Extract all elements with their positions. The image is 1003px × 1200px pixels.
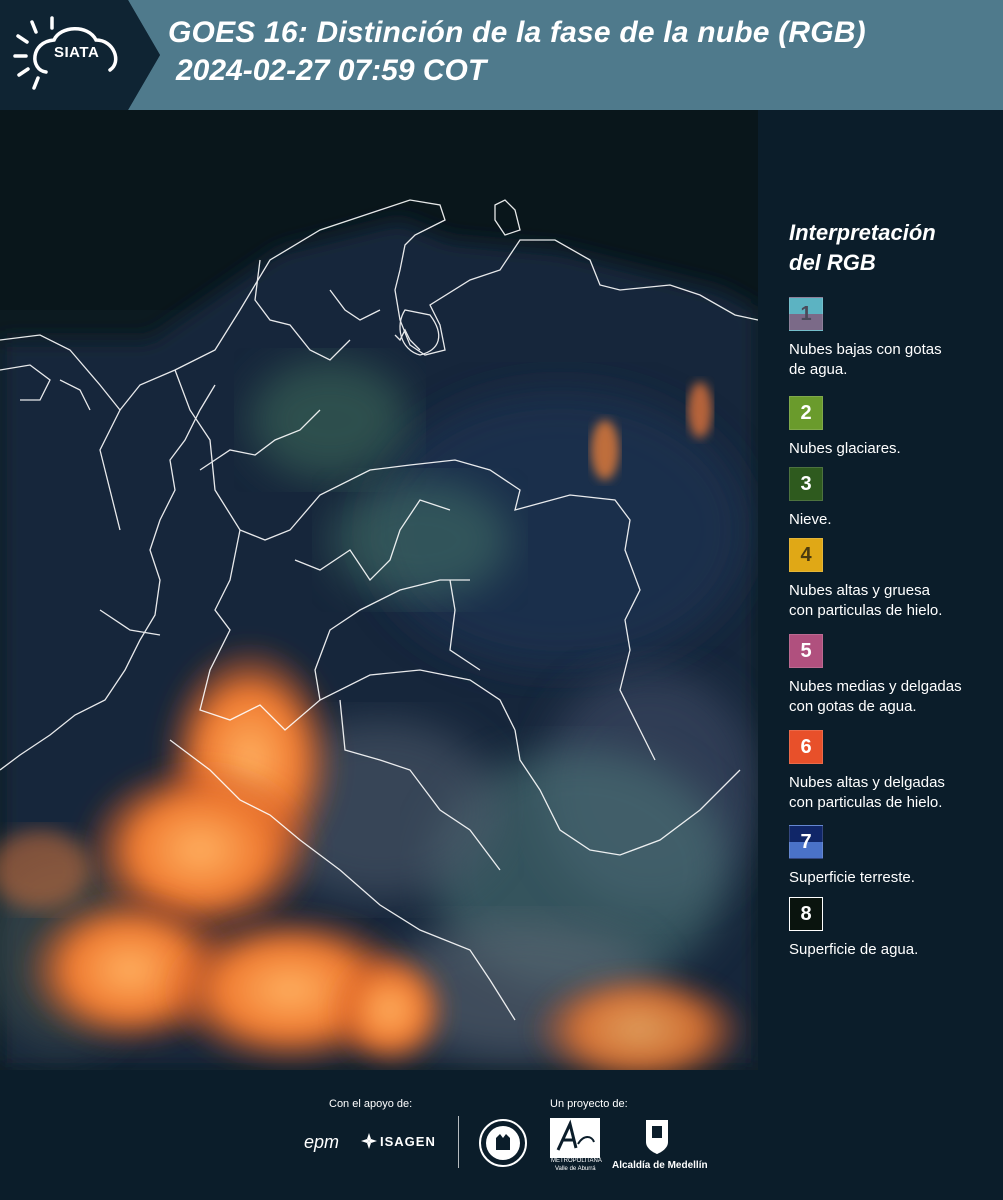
header-banner: SIATA GOES 16: Distinción de la fase de …	[0, 0, 1003, 110]
footer: Con el apoyo de: Un proyecto de: epm ISA…	[0, 1070, 1003, 1200]
epm-logo-text: epm	[304, 1132, 340, 1152]
legend-swatch-3: 3	[789, 467, 823, 501]
alcaldia-text: Alcaldía de Medellín	[612, 1160, 708, 1171]
legend-title: Interpretación del RGB	[789, 218, 989, 278]
legend-swatch-6: 6	[789, 730, 823, 764]
isagen-logo-text: ISAGEN	[380, 1134, 436, 1149]
page-title: GOES 16: Distinción de la fase de la nub…	[168, 16, 866, 49]
legend-number: 2	[800, 401, 812, 424]
legend-description: Nubes altas y delgadas con particulas de …	[789, 773, 989, 813]
seal-logo-icon	[479, 1119, 527, 1167]
metro-line2: Valle de Aburrá	[555, 1166, 596, 1172]
legend-item-4: 4 Nubes altas y gruesa con particulas de h…	[789, 538, 989, 621]
legend-description-line2: con gotas de agua.	[789, 698, 917, 715]
legend-title-line2: del RGB	[789, 250, 876, 275]
legend-description: Nubes medias y delgadas con gotas de agua…	[789, 677, 989, 717]
page-timestamp: 2024-02-27 07:59 COT	[176, 54, 487, 87]
legend-number: 5	[800, 639, 812, 662]
footer-divider	[458, 1116, 459, 1168]
legend-description-line1: Nubes altas y gruesa	[789, 582, 930, 599]
legend-number: 6	[800, 735, 812, 758]
legend-description: Nieve.	[789, 510, 989, 530]
legend-item-5: 5 Nubes medias y delgadas con gotas de agu…	[789, 634, 989, 717]
legend-description: Superficie de agua.	[789, 940, 989, 960]
satellite-rgb-map	[0, 110, 758, 1070]
header-chevron	[128, 0, 160, 110]
legend-panel: Interpretación del RGB 1 Nubes bajas con …	[758, 110, 1003, 1070]
legend-number: 3	[800, 472, 812, 495]
legend-description-line1: Superficie terreste.	[789, 869, 915, 886]
siata-logo-text: SIATA	[54, 44, 100, 61]
legend-description-line1: Nubes bajas con gotas	[789, 341, 942, 358]
legend-description-line1: Nieve.	[789, 511, 832, 528]
legend-swatch-4: 4	[789, 538, 823, 572]
legend-description-line2: con particulas de hielo.	[789, 794, 943, 811]
legend-item-6: 6 Nubes altas y delgadas con particulas de…	[789, 730, 989, 813]
legend-description: Nubes altas y gruesa con particulas de hi…	[789, 581, 989, 621]
legend-number: 1	[800, 302, 812, 325]
legend-swatch-2: 2	[789, 396, 823, 430]
area-metropolitana-logo-icon	[550, 1118, 600, 1158]
legend-description-line1: Nubes glaciares.	[789, 440, 901, 457]
legend-item-1: 1 Nubes bajas con gotas de agua.	[789, 297, 989, 380]
legend-description: Nubes glaciares.	[789, 439, 989, 459]
satellite-image	[0, 110, 758, 1070]
legend-description-line1: Nubes medias y delgadas	[789, 678, 962, 695]
legend-item-3: 3 Nieve.	[789, 467, 989, 530]
legend-item-7: 7 Superficie terreste.	[789, 825, 989, 888]
legend-swatch-1: 1	[789, 297, 823, 331]
legend-description: Nubes bajas con gotas de agua.	[789, 340, 989, 380]
legend-description-line1: Superficie de agua.	[789, 941, 919, 958]
legend-number: 7	[800, 830, 812, 853]
legend-description: Superficie terreste.	[789, 868, 989, 888]
project-label: Un proyecto de:	[550, 1098, 628, 1110]
legend-item-8: 8 Superficie de agua.	[789, 897, 989, 960]
legend-swatch-5: 5	[789, 634, 823, 668]
legend-description-line1: Nubes altas y delgadas	[789, 774, 945, 791]
legend-number: 8	[800, 902, 812, 925]
legend-title-line1: Interpretación	[789, 220, 936, 245]
support-label: Con el apoyo de:	[329, 1098, 413, 1110]
legend-swatch-7: 7	[789, 825, 823, 859]
legend-item-2: 2 Nubes glaciares.	[789, 396, 989, 459]
alcaldia-shield-icon	[646, 1120, 668, 1154]
legend-description-line2: con particulas de hielo.	[789, 602, 943, 619]
metro-line1: METROPOLITANA	[551, 1158, 602, 1164]
epm-logo: epm	[304, 1132, 339, 1153]
legend-number: 4	[800, 543, 812, 566]
isagen-logo-icon	[361, 1133, 377, 1149]
legend-swatch-8: 8	[789, 897, 823, 931]
legend-description-line2: de agua.	[789, 361, 848, 378]
